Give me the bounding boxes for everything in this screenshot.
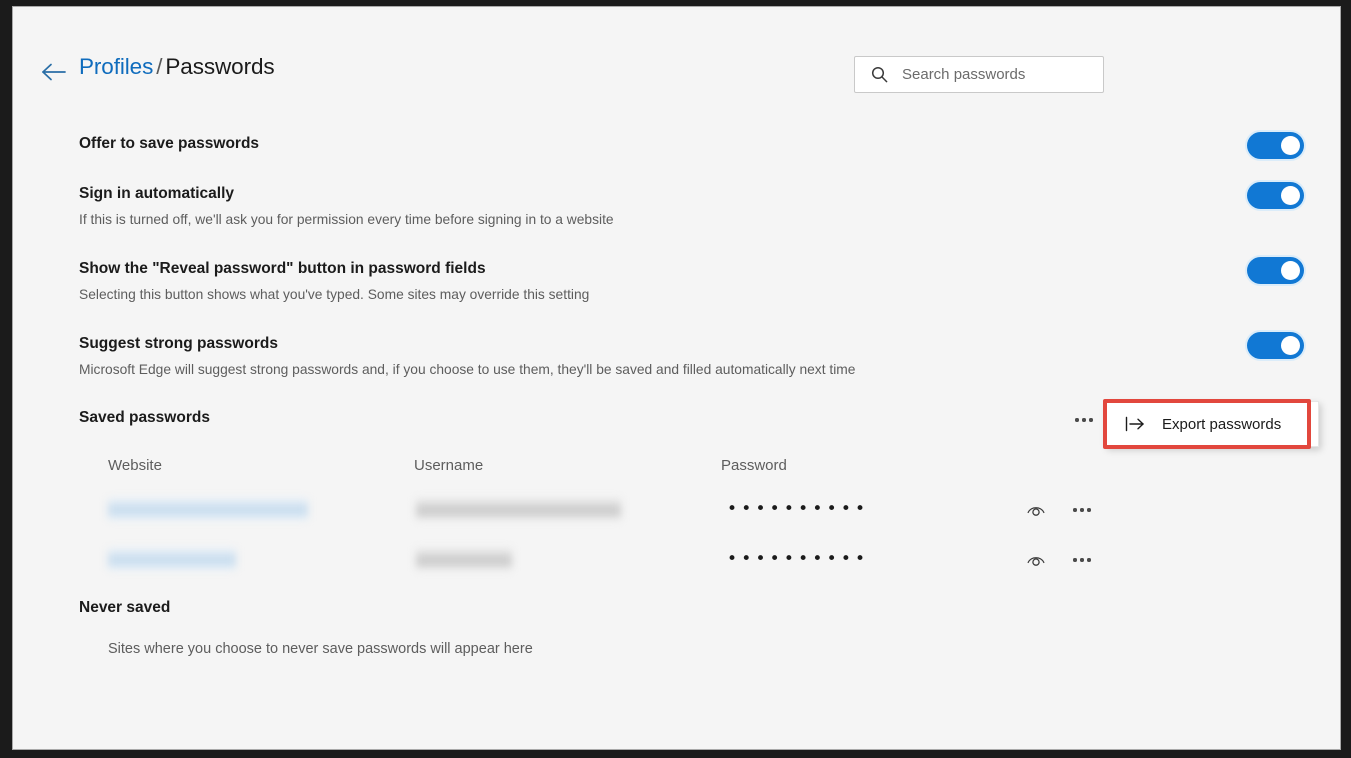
setting-description: If this is turned off, we'll ask you for…	[79, 212, 614, 227]
setting-description: Microsoft Edge will suggest strong passw…	[79, 362, 856, 377]
row-more-button[interactable]	[1069, 497, 1095, 523]
column-header-password: Password	[721, 457, 787, 474]
table-row[interactable]: ••••••••••	[13, 489, 1340, 537]
setting-sign-in-automatically: Sign in automatically If this is turned …	[79, 182, 1304, 230]
settings-page: Profiles/Passwords Offer to save passwor…	[12, 6, 1341, 750]
column-header-username: Username	[414, 457, 484, 474]
cell-username-redacted	[416, 548, 512, 570]
export-passwords-menu-item[interactable]: Export passwords	[1106, 402, 1318, 446]
toggle-knob	[1281, 336, 1300, 355]
export-passwords-menu: Export passwords	[1105, 401, 1319, 447]
cell-username-redacted	[416, 498, 621, 520]
toggle-knob	[1281, 261, 1300, 280]
screenshot-frame: Profiles/Passwords Offer to save passwor…	[0, 0, 1351, 758]
toggle-knob	[1281, 136, 1300, 155]
toggle-sign-in-automatically[interactable]	[1247, 182, 1304, 209]
reveal-password-button[interactable]	[1023, 497, 1049, 523]
more-horizontal-icon	[1073, 558, 1091, 562]
setting-description: Selecting this button shows what you've …	[79, 287, 590, 302]
more-horizontal-icon	[1073, 508, 1091, 512]
table-row[interactable]: ••••••••••	[13, 539, 1340, 587]
never-saved-empty-text: Sites where you choose to never save pas…	[108, 641, 533, 657]
setting-title: Suggest strong passwords	[79, 335, 278, 352]
cell-password-mask: ••••••••••	[727, 499, 870, 519]
search-icon	[871, 66, 888, 83]
export-icon	[1124, 415, 1146, 433]
breadcrumb-profiles-link[interactable]: Profiles	[79, 54, 153, 79]
never-saved-heading: Never saved	[79, 599, 171, 616]
saved-passwords-heading: Saved passwords	[79, 409, 210, 426]
search-input[interactable]	[902, 66, 1092, 83]
setting-reveal-password-button: Show the "Reveal password" button in pas…	[79, 257, 1304, 305]
setting-title: Offer to save passwords	[79, 135, 260, 152]
setting-suggest-strong-passwords: Suggest strong passwords Microsoft Edge …	[79, 332, 1304, 380]
cell-website-redacted	[108, 498, 308, 520]
toggle-reveal-password-button[interactable]	[1247, 257, 1304, 284]
back-button[interactable]	[39, 59, 69, 85]
more-horizontal-icon	[1075, 418, 1093, 422]
search-passwords-box[interactable]	[854, 56, 1104, 93]
toggle-knob	[1281, 186, 1300, 205]
toggle-suggest-strong-passwords[interactable]	[1247, 332, 1304, 359]
setting-offer-to-save-passwords: Offer to save passwords	[79, 132, 1304, 159]
saved-passwords-more-button[interactable]	[1069, 408, 1099, 432]
toggle-offer-to-save-passwords[interactable]	[1247, 132, 1304, 159]
column-header-website: Website	[108, 457, 162, 474]
reveal-password-button[interactable]	[1023, 547, 1049, 573]
page-header: Profiles / Passwords	[13, 51, 1340, 101]
cell-password-mask: ••••••••••	[727, 549, 870, 569]
export-passwords-label: Export passwords	[1162, 415, 1282, 433]
breadcrumb-separator: /	[156, 54, 163, 79]
breadcrumb: Profiles / Passwords	[79, 54, 275, 80]
setting-title: Sign in automatically	[79, 185, 235, 202]
setting-title: Show the "Reveal password" button in pas…	[79, 260, 486, 277]
cell-website-redacted	[108, 548, 236, 570]
row-more-button[interactable]	[1069, 547, 1095, 573]
breadcrumb-current: Passwords	[165, 54, 275, 79]
passwords-table-header: Website Username Password	[13, 457, 1340, 479]
